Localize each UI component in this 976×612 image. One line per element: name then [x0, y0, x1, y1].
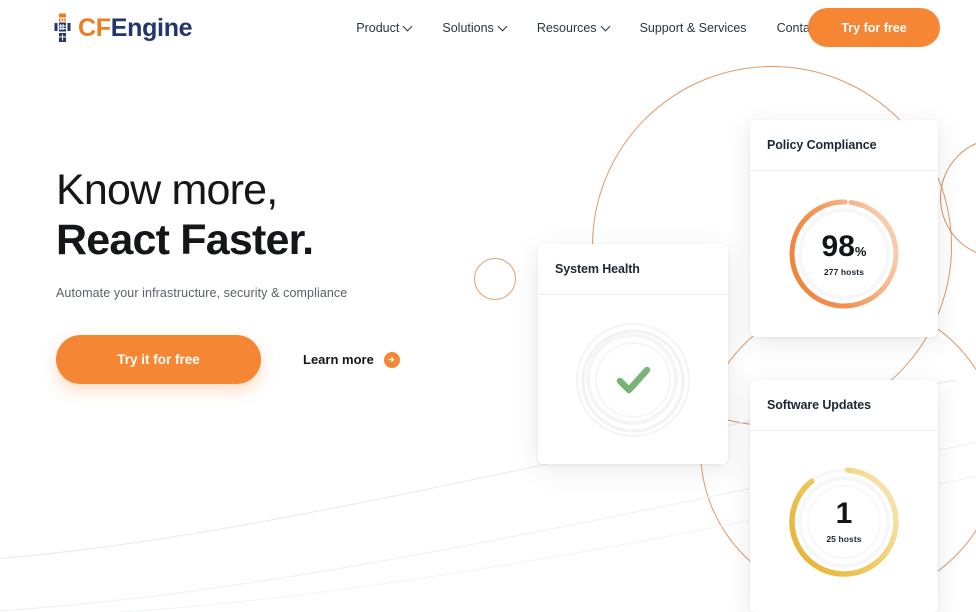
policy-compliance-value-row: 98%: [821, 229, 867, 263]
brand-name-suffix: Engine: [110, 13, 193, 42]
decorative-arc-right-edge: [940, 138, 976, 258]
card-title-policy-compliance: Policy Compliance: [767, 138, 877, 152]
hero-headline-line-1: Know more,: [56, 166, 278, 214]
nav-item-support-services[interactable]: Support & Services: [640, 21, 747, 35]
software-updates-readout: 1 25 hosts: [785, 463, 903, 581]
card-header-policy-compliance: Policy Compliance: [750, 120, 938, 171]
page-root: CFEngine Product Solutions Resources Sup…: [0, 0, 976, 612]
decorative-circle-small: [474, 258, 516, 300]
nav-label-solutions: Solutions: [442, 21, 494, 35]
chevron-down-icon: [602, 23, 610, 31]
policy-compliance-readout: 98% 277 hosts: [785, 195, 903, 313]
check-mark-icon: [616, 366, 651, 393]
card-system-health[interactable]: System Health: [538, 244, 728, 464]
cfengine-robot-icon: [54, 13, 71, 43]
card-body-system-health: [538, 295, 728, 464]
card-software-updates[interactable]: Software Updates 1 25 hosts: [750, 380, 938, 612]
chevron-down-icon: [499, 23, 507, 31]
brand-name-prefix: CF: [78, 13, 111, 42]
arrow-right-circle-icon: [383, 351, 400, 368]
card-policy-compliance[interactable]: Policy Compliance 98% 277 hosts: [750, 120, 938, 337]
nav-label-support-services: Support & Services: [639, 21, 747, 35]
brand-name: CFEngine: [78, 13, 193, 42]
policy-compliance-gauge: 98% 277 hosts: [785, 195, 903, 313]
nav-item-resources[interactable]: Resources: [537, 21, 610, 35]
learn-more-label: Learn more: [303, 352, 374, 368]
software-updates-value: 1: [835, 497, 853, 530]
hero-headline-line-2: React Faster.: [56, 216, 314, 265]
software-updates-subtext: 25 hosts: [826, 534, 862, 544]
software-updates-value-row: 1: [836, 499, 853, 529]
nav-label-product: Product: [356, 21, 400, 35]
hero-actions: Try it for free Learn more: [56, 335, 476, 385]
policy-compliance-subtext: 277 hosts: [823, 266, 865, 277]
system-health-gauge: [570, 317, 696, 443]
hero-try-it-for-free-button[interactable]: Try it for free: [56, 335, 261, 385]
site-header: CFEngine Product Solutions Resources Sup…: [0, 0, 976, 56]
card-title-software-updates: Software Updates: [767, 398, 871, 412]
card-header-software-updates: Software Updates: [750, 380, 938, 431]
hero-learn-more-link[interactable]: Learn more: [303, 351, 400, 368]
nav-label-resources: Resources: [536, 21, 597, 35]
header-try-for-free-button[interactable]: Try for free: [808, 8, 940, 47]
main-navigation: Product Solutions Resources Support & Se…: [356, 21, 838, 35]
nav-item-product[interactable]: Product: [356, 21, 412, 35]
card-body-policy-compliance: 98% 277 hosts: [750, 171, 938, 337]
card-header-system-health: System Health: [538, 244, 728, 295]
hero-subheadline: Automate your infrastructure, security &…: [56, 286, 348, 301]
policy-compliance-value: 98: [821, 229, 855, 263]
software-updates-gauge: 1 25 hosts: [785, 463, 903, 581]
card-title-system-health: System Health: [555, 262, 640, 276]
card-body-software-updates: 1 25 hosts: [750, 431, 938, 612]
chevron-down-icon: [404, 23, 412, 31]
policy-compliance-unit: %: [854, 243, 867, 259]
system-health-status: [570, 317, 696, 443]
brand-logo[interactable]: CFEngine: [54, 13, 193, 43]
hero-section: Know more, React Faster. Automate your i…: [56, 166, 476, 385]
nav-item-solutions[interactable]: Solutions: [442, 21, 506, 35]
